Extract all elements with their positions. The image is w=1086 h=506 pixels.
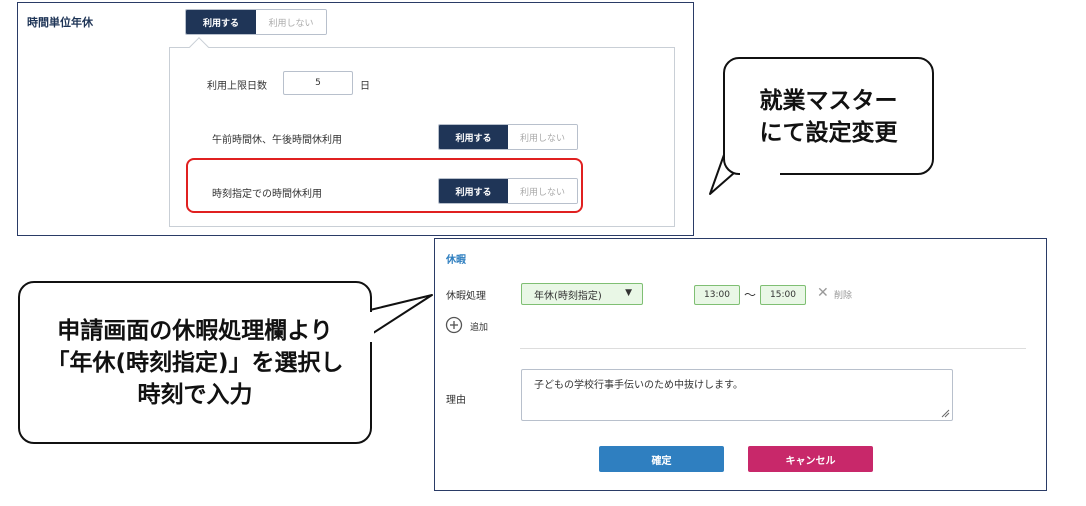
leave-label: 休暇処理 [446, 291, 486, 302]
section-label: 時間単位年休 [27, 16, 93, 29]
callout-left-line3: 時刻で入力 [137, 382, 253, 408]
reason-textarea[interactable]: 子どもの学校行事手伝いのため中抜けします。 [521, 369, 953, 421]
am-pm-toggle: 利用する 利用しない [438, 124, 578, 150]
form-divider [520, 348, 1026, 349]
time-to-input[interactable]: 15:00 [760, 285, 806, 305]
callout-left-tail-cover [366, 312, 374, 342]
form-title: 休暇 [446, 255, 466, 266]
limit-label: 利用上限日数 [207, 81, 267, 92]
limit-unit: 日 [360, 81, 370, 92]
delete-label[interactable]: 削除 [834, 288, 852, 301]
leave-form-panel [434, 238, 1047, 491]
time-from-input[interactable]: 13:00 [694, 285, 740, 305]
callout-top-line2: にて設定変更 [759, 120, 898, 146]
callout-left: 申請画面の休暇処理欄より 「年休(時刻指定)」を選択し 時刻で入力 [18, 281, 372, 444]
am-pm-label: 午前時間休、午後時間休利用 [212, 135, 342, 146]
add-label[interactable]: 追加 [470, 320, 488, 333]
leave-type-select[interactable]: 年休(時刻指定) ▼ [521, 283, 643, 305]
leave-type-value: 年休(時刻指定) [534, 290, 602, 302]
time-spec-on-button[interactable]: 利用する [439, 179, 508, 203]
resize-handle-icon[interactable] [940, 408, 950, 418]
callout-top: 就業マスター にて設定変更 [723, 57, 934, 175]
time-spec-toggle: 利用する 利用しない [438, 178, 578, 204]
callout-top-tail-cover [740, 170, 780, 177]
delete-icon[interactable]: ✕ [817, 285, 829, 301]
toggle-on-button[interactable]: 利用する [186, 10, 256, 34]
section-toggle: 利用する 利用しない [185, 9, 327, 35]
confirm-button[interactable]: 確定 [599, 446, 724, 472]
toggle-off-button[interactable]: 利用しない [256, 10, 326, 34]
limit-days-input[interactable]: 5 [283, 71, 353, 95]
am-pm-off-button[interactable]: 利用しない [508, 125, 577, 149]
callout-left-line2: 「年休(時刻指定)」を選択し [46, 350, 344, 376]
cancel-button[interactable]: キャンセル [748, 446, 873, 472]
reason-label: 理由 [446, 395, 466, 406]
time-spec-label: 時刻指定での時間休利用 [212, 189, 322, 200]
add-icon[interactable] [445, 316, 463, 334]
callout-top-line1: 就業マスター [759, 88, 898, 114]
callout-left-line1: 申請画面の休暇処理欄より [57, 318, 333, 344]
am-pm-on-button[interactable]: 利用する [439, 125, 508, 149]
time-spec-off-button[interactable]: 利用しない [508, 179, 577, 203]
time-tilde: 〜 [744, 288, 757, 302]
dropdown-arrow-icon: ▼ [625, 288, 632, 298]
